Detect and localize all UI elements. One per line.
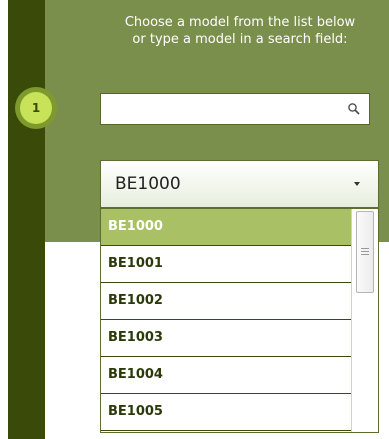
model-dropdown-list: BE1000 BE1001 BE1002 BE1003 BE1004 BE100… [100,208,379,433]
list-item[interactable]: BE1001 [101,246,352,283]
model-select-value: BE1000 [115,174,181,194]
search-icon[interactable] [347,102,361,116]
search-field[interactable] [100,93,370,125]
search-input[interactable] [107,98,347,122]
left-edge [0,0,8,439]
grip-line [361,254,369,255]
chevron-down-icon[interactable] [354,182,360,186]
instructions-line-1: Choose a model from the list below [124,15,356,30]
model-select[interactable]: BE1000 [100,160,379,208]
instructions: Choose a model from the list below or ty… [100,14,380,48]
list-item[interactable]: BE1003 [101,320,352,357]
list-item[interactable]: BE1002 [101,283,352,320]
list-item[interactable]: BE1000 [101,209,352,246]
step-number: 1 [20,92,52,124]
step-badge: 1 [15,87,57,129]
grip-line [361,248,369,249]
scrollbar-thumb[interactable] [356,211,374,293]
scrollbar[interactable] [351,209,378,432]
list-item[interactable]: BE1005 [101,394,352,431]
list-item[interactable]: BE1004 [101,357,352,394]
instructions-line-2: or type a model in a search field: [132,32,348,47]
grip-line [361,251,369,252]
left-sidebar-bar [8,0,45,439]
